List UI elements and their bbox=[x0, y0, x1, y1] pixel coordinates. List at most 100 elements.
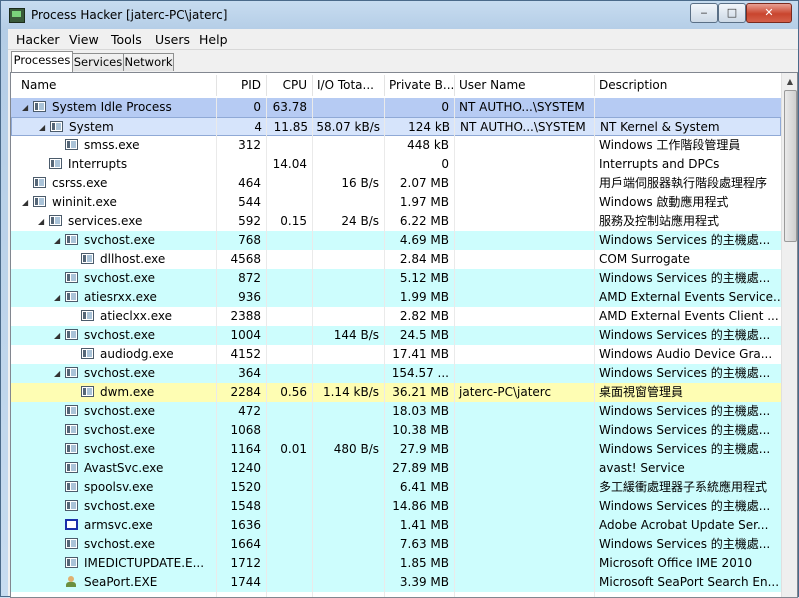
io-total-cell bbox=[312, 98, 384, 117]
user-name-cell bbox=[454, 554, 594, 573]
process-row[interactable]: csrss.exe 464 16 B/s 2.07 MB 用戶端伺服器執行階段處理程序 bbox=[11, 174, 781, 193]
expand-toggle-icon[interactable]: ◢ bbox=[54, 293, 60, 302]
expand-toggle-icon[interactable]: ◢ bbox=[22, 198, 28, 207]
io-total-cell bbox=[312, 516, 384, 535]
pid-cell: 1548 bbox=[230, 499, 261, 513]
scroll-up-arrow-icon[interactable]: ▲ bbox=[783, 74, 797, 89]
private-bytes-cell: 7.63 MB bbox=[399, 537, 449, 551]
tab-processes[interactable]: Processes bbox=[11, 51, 73, 72]
cpu-cell bbox=[266, 250, 312, 269]
process-row[interactable]: svchost.exe 1164 0.01 480 B/s 27.9 MB Windows… bbox=[11, 440, 781, 459]
process-row[interactable]: dwm.exe 2284 0.56 1.14 kB/s 36.21 MB jaterc-P… bbox=[11, 383, 781, 402]
process-row[interactable]: ◢ System 4 11.85 58.07 kB/s 124 kB NT AUTHO...… bbox=[11, 117, 781, 136]
process-row[interactable]: svchost.exe 472 18.03 MB Windows Services 的… bbox=[11, 402, 781, 421]
description-cell: 多工緩衝處理器子系統應用程式 bbox=[599, 480, 768, 494]
cpu-cell: 0.15 bbox=[280, 214, 307, 228]
pid-cell: 872 bbox=[238, 271, 261, 285]
menu-view[interactable]: View bbox=[69, 32, 99, 47]
process-row[interactable]: IMEDICTUPDATE.E... 1712 1.85 MB Microsoft O… bbox=[11, 554, 781, 573]
process-row[interactable]: ◢ svchost.exe 768 4.69 MB Windows Services 的… bbox=[11, 231, 781, 250]
private-bytes-cell: 36.21 MB bbox=[392, 385, 449, 399]
pid-cell: 1712 bbox=[230, 556, 261, 570]
scroll-thumb[interactable] bbox=[784, 90, 797, 242]
tab-network[interactable]: Network bbox=[123, 53, 174, 71]
process-name: dwm.exe bbox=[100, 385, 155, 399]
process-row[interactable]: spoolsv.exe 1520 6.41 MB 多工緩衝處理器子系統應用程式 bbox=[11, 478, 781, 497]
process-row[interactable]: smss.exe 312 448 kB Windows 工作階段管理員 bbox=[11, 136, 781, 155]
column-name[interactable]: Name bbox=[16, 73, 216, 98]
menu-hacker[interactable]: Hacker bbox=[16, 32, 60, 47]
user-name-cell bbox=[454, 174, 594, 193]
pid-cell: 768 bbox=[238, 233, 261, 247]
process-row[interactable]: ◢ svchost.exe 1004 144 B/s 24.5 MB Windows Se… bbox=[11, 326, 781, 345]
expand-toggle-icon[interactable]: ◢ bbox=[39, 123, 45, 132]
menu-users[interactable]: Users bbox=[155, 32, 190, 47]
process-row[interactable]: ◢ System Idle Process 0 63.78 0 NT AUTHO...\S… bbox=[11, 98, 781, 117]
description-cell: AMD External Events Client ... bbox=[599, 309, 779, 323]
menu-help[interactable]: Help bbox=[199, 32, 228, 47]
expand-toggle-icon[interactable]: ◢ bbox=[22, 103, 28, 112]
column-cpu[interactable]: CPU bbox=[266, 73, 312, 98]
column-private-bytes[interactable]: Private B... bbox=[384, 73, 454, 98]
expand-toggle-icon[interactable]: ◢ bbox=[54, 369, 60, 378]
process-row[interactable]: AvastSvc.exe 1240 27.89 MB avast! Service bbox=[11, 459, 781, 478]
description-cell: Interrupts and DPCs bbox=[599, 157, 720, 171]
process-row[interactable]: ◢ atiesrxx.exe 936 1.99 MB AMD External Even… bbox=[11, 288, 781, 307]
process-name: smss.exe bbox=[84, 138, 140, 152]
process-icon bbox=[33, 177, 46, 188]
process-row[interactable]: ◢ svchost.exe 364 154.57 ... Windows Service… bbox=[11, 364, 781, 383]
tab-services[interactable]: Services bbox=[72, 53, 124, 71]
process-row[interactable]: dllhost.exe 4568 2.84 MB COM Surrogate bbox=[11, 250, 781, 269]
description-cell: NT Kernel & System bbox=[600, 120, 720, 134]
process-row[interactable]: Interrupts 14.04 0 Interrupts and DPCs bbox=[11, 155, 781, 174]
description-cell: Windows Services 的主機處... bbox=[599, 328, 771, 342]
column-io-total[interactable]: I/O Tota... bbox=[312, 73, 384, 98]
user-name-cell bbox=[454, 573, 594, 592]
process-name: AvastSvc.exe bbox=[84, 461, 164, 475]
process-row[interactable]: svchost.exe 1664 7.63 MB Windows Services 的… bbox=[11, 535, 781, 554]
close-button[interactable]: ✕ bbox=[746, 3, 792, 23]
column-pid[interactable]: PID bbox=[216, 73, 266, 98]
pid-cell: 1636 bbox=[230, 518, 261, 532]
process-icon bbox=[81, 348, 94, 359]
expand-toggle-icon[interactable]: ◢ bbox=[54, 236, 60, 245]
expand-toggle-icon[interactable]: ◢ bbox=[38, 217, 44, 226]
process-row[interactable]: SeaPort.EXE 1744 3.39 MB Microsoft SeaPort … bbox=[11, 573, 781, 592]
minimize-button[interactable]: ‒ bbox=[690, 3, 718, 23]
title-bar[interactable]: Process Hacker [jaterc-PC\jaterc] ‒ □ ✕ bbox=[1, 1, 798, 29]
description-cell: Windows 啟動應用程式 bbox=[599, 195, 729, 209]
cpu-cell bbox=[266, 193, 312, 212]
private-bytes-cell: 1.97 MB bbox=[399, 195, 449, 209]
private-bytes-cell: 27.9 MB bbox=[399, 442, 449, 456]
process-list[interactable]: Name PID CPU I/O Tota... Private B... Us… bbox=[10, 72, 798, 598]
description-cell: AMD External Events Service... bbox=[599, 290, 781, 304]
vertical-scrollbar[interactable]: ▲ bbox=[781, 73, 797, 597]
pid-cell: 4568 bbox=[230, 252, 261, 266]
process-row[interactable]: audiodg.exe 4152 17.41 MB Windows Audio Dev… bbox=[11, 345, 781, 364]
menu-tools[interactable]: Tools bbox=[111, 32, 142, 47]
process-row[interactable]: armsvc.exe 1636 1.41 MB Adobe Acrobat Updat… bbox=[11, 516, 781, 535]
description-cell: Windows Services 的主機處... bbox=[599, 404, 771, 418]
maximize-button[interactable]: □ bbox=[718, 3, 746, 23]
column-description[interactable]: Description bbox=[594, 73, 781, 98]
process-row[interactable]: ◢ wininit.exe 544 1.97 MB Windows 啟動應用程式 bbox=[11, 193, 781, 212]
user-name-cell bbox=[454, 155, 594, 174]
process-row[interactable]: svchost.exe 1068 10.38 MB Windows Services … bbox=[11, 421, 781, 440]
process-icon bbox=[65, 424, 78, 435]
process-name: svchost.exe bbox=[84, 499, 155, 513]
user-name-cell bbox=[454, 497, 594, 516]
process-row[interactable]: svchost.exe 872 5.12 MB Windows Services 的主… bbox=[11, 269, 781, 288]
io-total-cell bbox=[312, 155, 384, 174]
io-total-cell bbox=[312, 535, 384, 554]
user-name-cell: NT AUTHO...\SYSTEM bbox=[459, 100, 585, 114]
io-total-cell bbox=[312, 554, 384, 573]
process-row[interactable]: atieclxx.exe 2388 2.82 MB AMD External Even… bbox=[11, 307, 781, 326]
process-row[interactable]: ◢ services.exe 592 0.15 24 B/s 6.22 MB 服務及控制站應… bbox=[11, 212, 781, 231]
process-name: Interrupts bbox=[68, 157, 128, 171]
expand-toggle-icon[interactable]: ◢ bbox=[54, 331, 60, 340]
process-name: System Idle Process bbox=[52, 100, 172, 114]
description-cell: avast! Service bbox=[599, 461, 685, 475]
user-name-cell bbox=[454, 516, 594, 535]
column-user-name[interactable]: User Name bbox=[454, 73, 594, 98]
process-row[interactable]: svchost.exe 1548 14.86 MB Windows Services … bbox=[11, 497, 781, 516]
